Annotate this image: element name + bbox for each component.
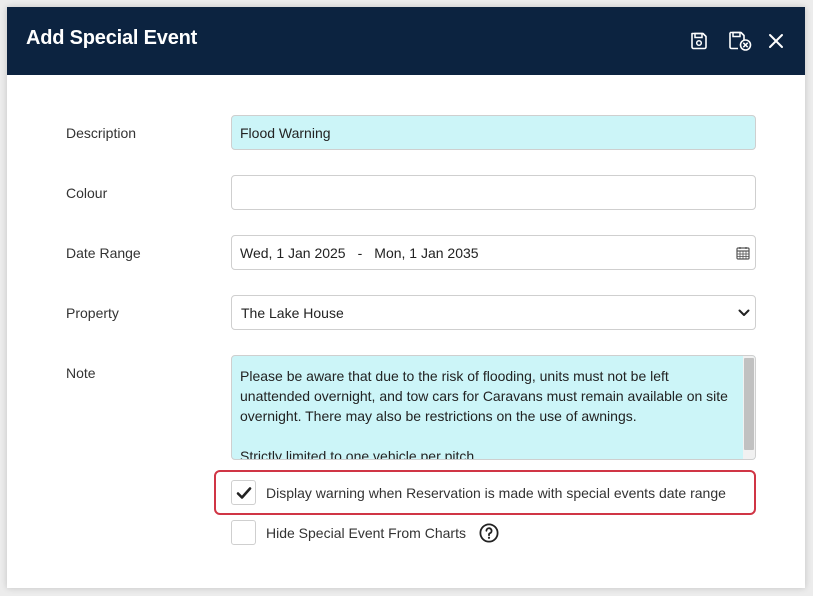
note-value: Please be aware that due to the risk of …	[240, 368, 728, 460]
calendar-icon[interactable]	[736, 246, 750, 260]
date-range-label: Date Range	[66, 245, 141, 261]
note-scrollbar-thumb[interactable]	[744, 358, 754, 450]
checkmark-icon	[236, 486, 251, 499]
chevron-down-icon	[738, 309, 750, 316]
description-input[interactable]: Flood Warning	[231, 115, 756, 150]
date-range-start: Wed, 1 Jan 2025	[240, 245, 346, 261]
date-range-end: Mon, 1 Jan 2035	[374, 245, 479, 261]
display-warning-checkbox[interactable]	[231, 480, 256, 505]
description-value: Flood Warning	[240, 125, 331, 141]
note-textarea[interactable]: Please be aware that due to the risk of …	[231, 355, 756, 460]
save-close-icon	[729, 31, 752, 51]
description-label: Description	[66, 125, 137, 141]
display-warning-label[interactable]: Display warning when Reservation is made…	[266, 485, 726, 501]
dialog-header: Add Special Event	[7, 7, 805, 75]
date-range-input[interactable]: Wed, 1 Jan 2025- Mon, 1 Jan 2035	[231, 235, 756, 270]
save-and-close-button[interactable]	[725, 29, 755, 53]
add-special-event-dialog: Add Special Event Description Flood Warn…	[7, 7, 805, 588]
property-select[interactable]: The Lake House	[231, 295, 756, 330]
date-range-separator: -	[357, 245, 363, 261]
close-button[interactable]	[763, 29, 789, 53]
colour-label: Colour	[66, 185, 108, 201]
hide-from-charts-checkbox[interactable]	[231, 520, 256, 545]
dialog-title: Add Special Event	[26, 27, 198, 49]
hide-from-charts-label[interactable]: Hide Special Event From Charts	[266, 525, 466, 541]
property-value: The Lake House	[241, 305, 344, 321]
save-icon	[691, 32, 707, 50]
close-icon	[769, 34, 783, 48]
colour-input[interactable]	[231, 175, 756, 210]
note-label: Note	[66, 365, 96, 381]
property-label: Property	[66, 305, 119, 321]
note-scrollbar[interactable]	[743, 356, 755, 459]
help-icon[interactable]	[479, 523, 499, 543]
save-button[interactable]	[686, 29, 712, 53]
